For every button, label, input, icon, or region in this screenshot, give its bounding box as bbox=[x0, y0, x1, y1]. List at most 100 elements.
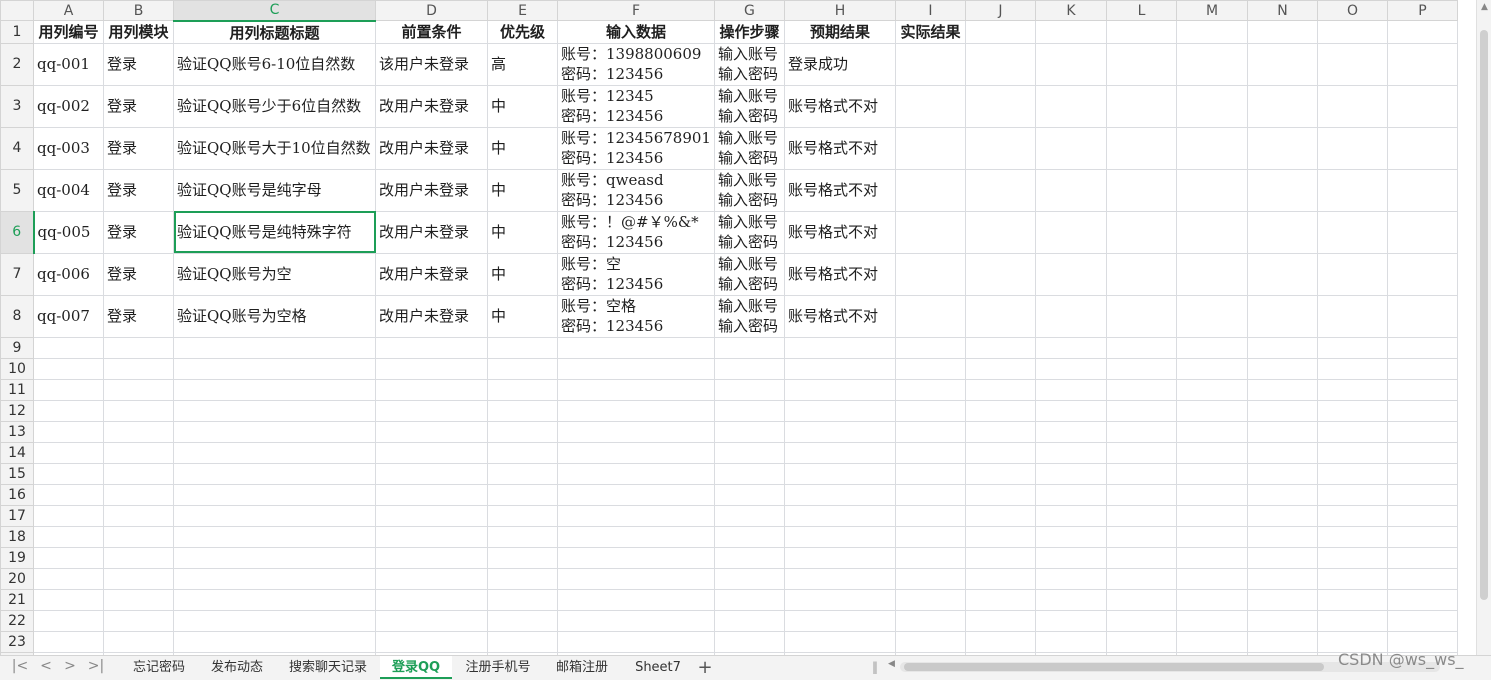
next-sheet-icon[interactable]: > bbox=[60, 658, 80, 674]
empty-cell[interactable] bbox=[103, 504, 174, 527]
empty-cell[interactable] bbox=[1175, 399, 1248, 422]
empty-cell[interactable] bbox=[1105, 84, 1177, 128]
empty-cell[interactable] bbox=[783, 399, 896, 422]
empty-cell[interactable] bbox=[964, 84, 1036, 128]
empty-cell[interactable] bbox=[1175, 441, 1248, 464]
empty-cell[interactable] bbox=[1246, 630, 1318, 653]
empty-cell[interactable] bbox=[964, 42, 1036, 86]
empty-cell[interactable] bbox=[964, 20, 1036, 44]
empty-cell[interactable] bbox=[1386, 441, 1458, 464]
empty-cell[interactable] bbox=[103, 588, 174, 611]
empty-cell[interactable] bbox=[1175, 42, 1248, 86]
precondition-cell[interactable]: 改用户未登录 bbox=[375, 210, 488, 254]
empty-cell[interactable] bbox=[783, 630, 896, 653]
column-header-b[interactable]: B bbox=[103, 0, 174, 21]
header-cell-title[interactable]: 用列标题标题 bbox=[173, 20, 376, 44]
empty-cell[interactable] bbox=[1175, 420, 1248, 443]
empty-cell[interactable] bbox=[33, 546, 104, 569]
empty-cell[interactable] bbox=[487, 378, 558, 401]
empty-cell[interactable] bbox=[1105, 252, 1177, 296]
empty-cell[interactable] bbox=[1105, 588, 1177, 611]
case-id-cell[interactable]: qq-005 bbox=[33, 210, 104, 254]
empty-cell[interactable] bbox=[557, 441, 715, 464]
title-cell[interactable]: 验证QQ账号为空格 bbox=[173, 294, 376, 338]
empty-cell[interactable] bbox=[713, 462, 785, 485]
empty-cell[interactable] bbox=[487, 441, 558, 464]
title-cell[interactable]: 验证QQ账号少于6位自然数 bbox=[173, 84, 376, 128]
column-header-k[interactable]: K bbox=[1034, 0, 1107, 21]
row-number[interactable]: 13 bbox=[0, 420, 34, 443]
empty-cell[interactable] bbox=[1034, 336, 1107, 359]
case-id-cell[interactable]: qq-006 bbox=[33, 252, 104, 296]
empty-cell[interactable] bbox=[1105, 126, 1177, 170]
title-cell[interactable]: 验证QQ账号是纯特殊字符 bbox=[173, 210, 376, 254]
sheet-tab-login-qq[interactable]: 登录QQ bbox=[380, 656, 452, 679]
empty-cell[interactable] bbox=[713, 609, 785, 632]
empty-cell[interactable] bbox=[1034, 399, 1107, 422]
title-cell[interactable]: 验证QQ账号为空 bbox=[173, 252, 376, 296]
empty-cell[interactable] bbox=[1034, 588, 1107, 611]
empty-cell[interactable] bbox=[1316, 588, 1388, 611]
row-number[interactable]: 8 bbox=[0, 294, 34, 338]
empty-cell[interactable] bbox=[173, 630, 376, 653]
empty-cell[interactable] bbox=[1105, 546, 1177, 569]
empty-cell[interactable] bbox=[1386, 567, 1458, 590]
module-cell[interactable]: 登录 bbox=[103, 168, 174, 212]
empty-cell[interactable] bbox=[1386, 168, 1458, 212]
empty-cell[interactable] bbox=[1316, 525, 1388, 548]
empty-cell[interactable] bbox=[1386, 609, 1458, 632]
empty-cell[interactable] bbox=[1316, 336, 1388, 359]
header-cell-precondition[interactable]: 前置条件 bbox=[375, 20, 488, 44]
empty-cell[interactable] bbox=[1105, 42, 1177, 86]
empty-cell[interactable] bbox=[1105, 441, 1177, 464]
empty-cell[interactable] bbox=[1105, 399, 1177, 422]
empty-cell[interactable] bbox=[964, 567, 1036, 590]
row-number[interactable]: 19 bbox=[0, 546, 34, 569]
empty-cell[interactable] bbox=[783, 588, 896, 611]
empty-cell[interactable] bbox=[487, 399, 558, 422]
empty-cell[interactable] bbox=[713, 504, 785, 527]
empty-cell[interactable] bbox=[33, 630, 104, 653]
empty-cell[interactable] bbox=[713, 378, 785, 401]
empty-cell[interactable] bbox=[894, 357, 966, 380]
empty-cell[interactable] bbox=[713, 357, 785, 380]
row-number[interactable]: 11 bbox=[0, 378, 34, 401]
precondition-cell[interactable]: 改用户未登录 bbox=[375, 252, 488, 296]
steps-cell[interactable]: 输入账号 输入密码 bbox=[713, 252, 785, 296]
empty-cell[interactable] bbox=[1246, 20, 1318, 44]
empty-cell[interactable] bbox=[894, 588, 966, 611]
empty-cell[interactable] bbox=[713, 420, 785, 443]
empty-cell[interactable] bbox=[894, 630, 966, 653]
row-number[interactable]: 16 bbox=[0, 483, 34, 506]
empty-cell[interactable] bbox=[1175, 84, 1248, 128]
empty-cell[interactable] bbox=[894, 504, 966, 527]
column-header-a[interactable]: A bbox=[33, 0, 104, 21]
empty-cell[interactable] bbox=[1316, 567, 1388, 590]
empty-cell[interactable] bbox=[1316, 294, 1388, 338]
empty-cell[interactable] bbox=[103, 399, 174, 422]
empty-cell[interactable] bbox=[894, 378, 966, 401]
module-cell[interactable]: 登录 bbox=[103, 210, 174, 254]
empty-cell[interactable] bbox=[1386, 546, 1458, 569]
sheet-tab-register-phone[interactable]: 注册手机号 bbox=[452, 656, 544, 679]
empty-cell[interactable] bbox=[557, 609, 715, 632]
actual-cell[interactable] bbox=[894, 84, 966, 128]
empty-cell[interactable] bbox=[1386, 252, 1458, 296]
actual-cell[interactable] bbox=[894, 210, 966, 254]
empty-cell[interactable] bbox=[964, 168, 1036, 212]
priority-cell[interactable]: 中 bbox=[487, 168, 558, 212]
horizontal-scroll-thumb[interactable] bbox=[904, 663, 1324, 671]
header-cell-case-id[interactable]: 用列编号 bbox=[33, 20, 104, 44]
add-sheet-icon[interactable]: + bbox=[697, 656, 713, 679]
empty-cell[interactable] bbox=[557, 546, 715, 569]
empty-cell[interactable] bbox=[713, 483, 785, 506]
empty-cell[interactable] bbox=[557, 378, 715, 401]
empty-cell[interactable] bbox=[1316, 483, 1388, 506]
empty-cell[interactable] bbox=[1105, 609, 1177, 632]
expected-cell[interactable]: 账号格式不对 bbox=[783, 252, 896, 296]
empty-cell[interactable] bbox=[964, 525, 1036, 548]
empty-cell[interactable] bbox=[375, 525, 488, 548]
empty-cell[interactable] bbox=[1105, 462, 1177, 485]
empty-cell[interactable] bbox=[1175, 462, 1248, 485]
split-handle-icon[interactable]: ‖ bbox=[872, 660, 878, 674]
